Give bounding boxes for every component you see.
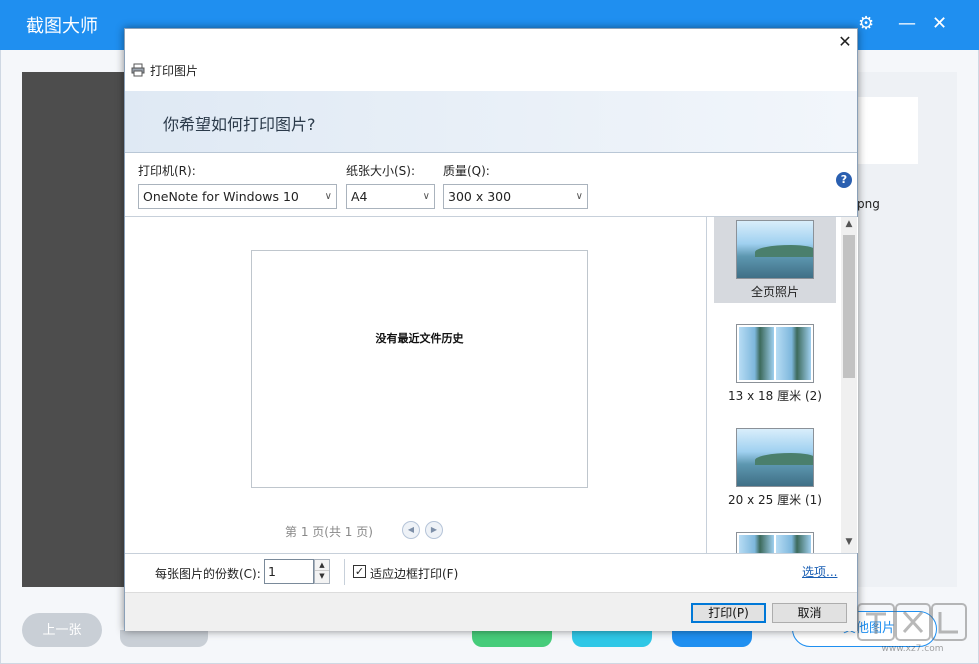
printer-icon [131, 63, 145, 77]
print-button[interactable]: 打印(P) [691, 603, 766, 623]
printer-select[interactable]: OneNote for Windows 10 ∨ [138, 184, 337, 209]
options-link[interactable]: 选项... [802, 563, 837, 580]
dialog-footer: 打印(P) 取消 [125, 592, 857, 631]
scroll-up-icon[interactable]: ▲ [841, 219, 857, 233]
dialog-close-icon[interactable]: ✕ [835, 31, 855, 53]
divider [344, 559, 345, 585]
copies-input[interactable]: 1 [264, 559, 314, 584]
quality-value: 300 x 300 [448, 189, 511, 204]
dialog-heading: 你希望如何打印图片? [163, 111, 316, 135]
next-page-icon[interactable]: ▶ [425, 521, 443, 539]
layout-item-13x18[interactable]: 13 x 18 厘米 (2) [714, 321, 836, 407]
layout-label: 全页照片 [714, 283, 836, 300]
print-preview-page: 没有最近文件历史 [251, 250, 588, 488]
paper-size-value: A4 [351, 189, 368, 204]
previous-button[interactable]: 上一张 [22, 613, 102, 647]
layout-thumbnail [736, 532, 814, 553]
layout-thumbnail [736, 220, 814, 279]
cancel-button[interactable]: 取消 [772, 603, 847, 623]
layout-thumbnail [736, 324, 814, 383]
divider [125, 553, 857, 554]
fit-frame-checkbox[interactable]: ✓ [353, 565, 366, 578]
close-icon[interactable]: ✕ [932, 14, 947, 34]
watermark-text: www.xz7.com [850, 644, 975, 654]
quality-select[interactable]: 300 x 300 ∨ [443, 184, 588, 209]
action-button-cyan[interactable] [572, 630, 652, 647]
preview-message: 没有最近文件历史 [252, 330, 587, 346]
layout-scrollbar[interactable]: ▲ ▼ [841, 217, 857, 553]
stepper-down-icon[interactable]: ▼ [315, 571, 329, 582]
layout-label: 13 x 18 厘米 (2) [714, 387, 836, 404]
layout-thumbnail [736, 428, 814, 487]
next-button[interactable] [120, 630, 208, 647]
stepper-up-icon[interactable]: ▲ [315, 560, 329, 571]
app-title: 截图大师 [26, 12, 98, 38]
file-name: png [857, 197, 880, 211]
dialog-caption: 打印图片 [131, 61, 198, 79]
layout-item-20x25[interactable]: 20 x 25 厘米 (1) [714, 425, 836, 511]
layout-item-partial[interactable] [714, 529, 836, 553]
paper-size-label: 纸张大小(S): [346, 162, 415, 179]
scroll-down-icon[interactable]: ▼ [841, 537, 857, 551]
quality-label: 质量(Q): [443, 162, 490, 179]
action-button-blue[interactable] [672, 630, 752, 647]
image-preview-area [22, 72, 124, 587]
minimize-icon[interactable]: — [898, 14, 916, 34]
gear-icon[interactable]: ⚙ [858, 14, 874, 34]
previous-page-icon[interactable]: ◀ [402, 521, 420, 539]
layout-label: 20 x 25 厘米 (1) [714, 491, 836, 508]
watermark-logo-icon [856, 602, 968, 642]
print-dialog: ✕ 打印图片 你希望如何打印图片? 打印机(R): 纸张大小(S): 质量(Q)… [124, 28, 858, 631]
layout-item-full-page[interactable]: 全页照片 [714, 217, 836, 303]
scroll-thumb[interactable] [843, 235, 855, 378]
printer-label: 打印机(R): [138, 162, 196, 179]
copies-stepper[interactable]: ▲ ▼ [314, 559, 330, 584]
chevron-down-icon: ∨ [325, 185, 332, 208]
file-thumbnail[interactable] [857, 97, 918, 164]
help-icon[interactable]: ? [836, 172, 852, 188]
printer-value: OneNote for Windows 10 [143, 189, 299, 204]
layout-list: 全页照片 13 x 18 厘米 (2) 20 x 25 厘米 (1) [706, 217, 858, 553]
dialog-caption-text: 打印图片 [150, 62, 198, 79]
chevron-down-icon: ∨ [576, 185, 583, 208]
fit-frame-label: 适应边框打印(F) [370, 565, 458, 582]
chevron-down-icon: ∨ [423, 185, 430, 208]
dialog-header: 你希望如何打印图片? [125, 91, 857, 153]
action-button-green[interactable] [472, 630, 552, 647]
copies-label: 每张图片的份数(C): [155, 565, 261, 582]
page-indicator: 第 1 页(共 1 页) [285, 523, 373, 540]
watermark: www.xz7.com [850, 596, 975, 660]
paper-size-select[interactable]: A4 ∨ [346, 184, 435, 209]
